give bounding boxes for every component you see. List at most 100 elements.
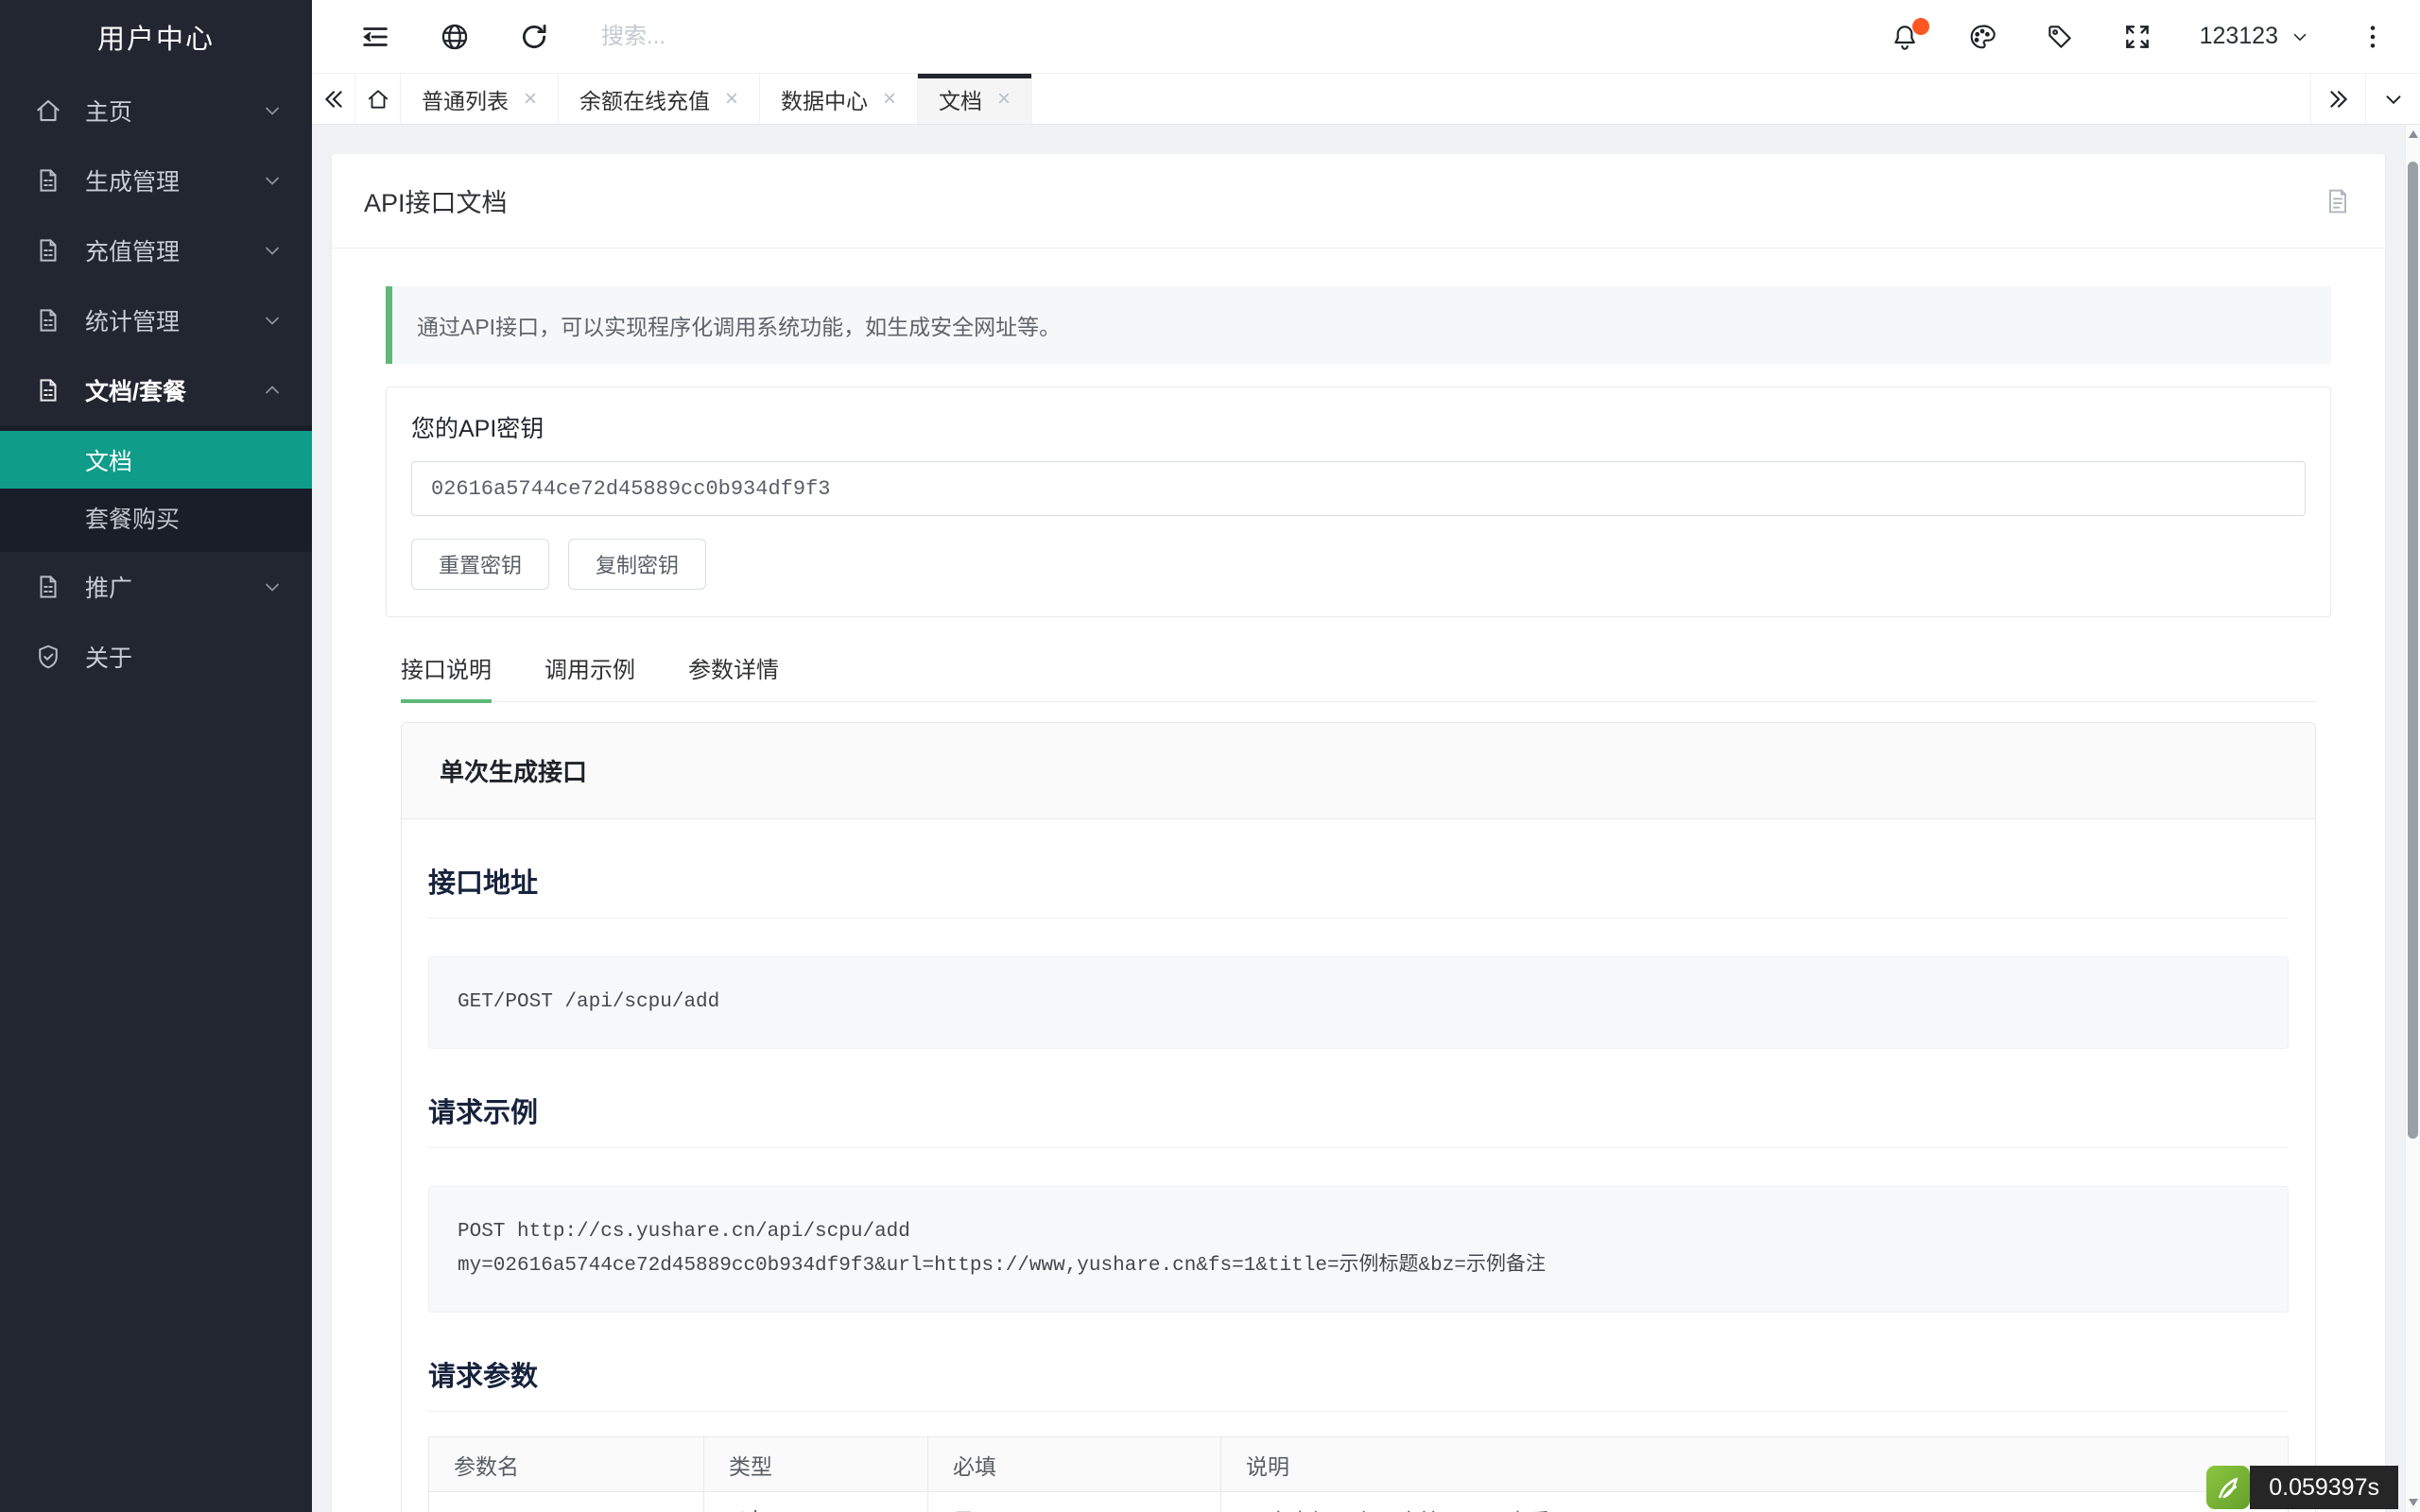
scroll-down-arrow[interactable] (2409, 1499, 2418, 1506)
doc-tabs: 接口说明 调用示例 参数详情 (401, 651, 2316, 702)
username-text: 123123 (2200, 23, 2278, 50)
code-text: GET/POST /api/scpu/add (458, 991, 719, 1013)
sidebar-item-about[interactable]: 关于 (0, 622, 312, 692)
shield-check-icon (34, 643, 62, 671)
performance-footer: 0.059397s (2206, 1466, 2398, 1509)
col-header-type: 类型 (704, 1437, 928, 1492)
close-icon[interactable]: × (997, 88, 1011, 111)
page-body: 通过API接口，可以实现程序化调用系统功能，如生成安全网址等。 您的API密钥 … (332, 249, 2385, 1512)
file-document-icon[interactable] (2323, 186, 2353, 216)
col-header-required: 必填 (928, 1437, 1221, 1492)
sidebar-item-home[interactable]: 主页 (0, 76, 312, 146)
col-header-name: 参数名 (429, 1437, 704, 1492)
tab-label: 文档 (939, 83, 982, 115)
table-row: my string 是 用户密钥，在用户管理页面查看 (429, 1492, 2289, 1512)
kebab-menu-icon[interactable] (2358, 22, 2388, 52)
sidebar-item-recharge[interactable]: 充值管理 (0, 215, 312, 285)
scroll-up-arrow[interactable] (2409, 130, 2418, 138)
section-heading-example: 请求示例 (428, 1091, 2289, 1148)
doc-panel-body: 接口地址 GET/POST /api/scpu/add 请求示例 POST ht… (402, 861, 2315, 1512)
collapse-menu-icon[interactable] (359, 21, 391, 53)
submenu-item-label: 文档 (85, 443, 132, 477)
leaf-logo-icon (2206, 1466, 2250, 1509)
page-header: API接口文档 (332, 154, 2385, 249)
sidebar-item-label: 推广 (85, 570, 261, 604)
load-time-badge: 0.059397s (2250, 1466, 2398, 1509)
code-block-example: POST http://cs.yushare.cn/api/scpu/add m… (428, 1186, 2289, 1313)
home-icon (34, 96, 62, 125)
tab-data-center[interactable]: 数据中心 × (760, 74, 918, 124)
code-block-address: GET/POST /api/scpu/add (428, 956, 2289, 1049)
section-heading-params: 请求参数 (428, 1354, 2289, 1412)
tag-icon[interactable] (2045, 22, 2075, 52)
topbar: 123123 (312, 0, 2420, 74)
tabbar-spacer (1032, 74, 2310, 124)
bell-icon[interactable] (1890, 22, 1920, 52)
reset-key-button[interactable]: 重置密钥 (411, 539, 549, 590)
sidebar-subitem-docs[interactable]: 文档 (0, 431, 312, 489)
param-table: 参数名 类型 必填 说明 my string 是 (428, 1436, 2289, 1512)
tab-label: 普通列表 (422, 83, 509, 115)
tab-normal-list[interactable]: 普通列表 × (401, 74, 559, 124)
sidebar-item-generate[interactable]: 生成管理 (0, 146, 312, 215)
api-key-panel: 您的API密钥 重置密钥 复制密钥 (386, 387, 2331, 617)
tabbar: 普通列表 × 余额在线充值 × 数据中心 × 文档 × (312, 74, 2420, 125)
tab-param-details[interactable]: 参数详情 (688, 651, 779, 701)
doc-page-card: API接口文档 通过API接口，可以实现程序化调用系统功能，如生成安全网址等。 … (332, 154, 2385, 1512)
book-icon (34, 166, 62, 195)
double-chevron-left-icon[interactable] (312, 74, 355, 124)
tab-call-example[interactable]: 调用示例 (544, 651, 635, 701)
tab-docs[interactable]: 文档 × (918, 74, 1032, 124)
api-key-label: 您的API密钥 (411, 410, 2306, 444)
book-icon (34, 306, 62, 335)
book-icon (34, 236, 62, 265)
globe-icon[interactable] (439, 21, 471, 53)
info-alert: 通过API接口，可以实现程序化调用系统功能，如生成安全网址等。 (386, 286, 2331, 364)
sidebar-title: 用户中心 (0, 0, 312, 74)
main-content: API接口文档 通过API接口，可以实现程序化调用系统功能，如生成安全网址等。 … (312, 125, 2405, 1512)
double-chevron-right-icon[interactable] (2310, 74, 2365, 124)
param-name: my (429, 1492, 704, 1512)
book-icon (34, 573, 62, 601)
user-menu[interactable]: 123123 (2200, 23, 2310, 50)
code-line-1: POST http://cs.yushare.cn/api/scpu/add (458, 1215, 2259, 1249)
param-desc: 用户密钥，在用户管理页面查看 (1221, 1492, 2289, 1512)
sidebar-item-promotion[interactable]: 推广 (0, 552, 312, 622)
param-type: string (704, 1492, 928, 1512)
sidebar-menu: 主页 生成管理 充值管理 (0, 76, 312, 692)
param-required: 是 (928, 1492, 1221, 1512)
tab-home[interactable] (355, 74, 401, 124)
chevron-down-icon (261, 169, 284, 192)
close-icon[interactable]: × (883, 88, 896, 111)
tab-api-description[interactable]: 接口说明 (401, 651, 492, 701)
book-icon (34, 376, 62, 404)
copy-key-button[interactable]: 复制密钥 (568, 539, 706, 590)
chevron-up-icon (261, 379, 284, 402)
close-icon[interactable]: × (524, 88, 537, 111)
tab-options-chevron-icon[interactable] (2365, 74, 2420, 124)
doc-panel-title: 单次生成接口 (402, 723, 2315, 819)
chevron-down-icon (261, 576, 284, 598)
sidebar-item-statistics[interactable]: 统计管理 (0, 285, 312, 355)
api-key-input[interactable] (411, 461, 2306, 516)
refresh-icon[interactable] (518, 21, 550, 53)
page-title: API接口文档 (364, 182, 2323, 219)
sidebar-item-label: 充值管理 (85, 233, 261, 267)
sidebar-item-label: 生成管理 (85, 163, 261, 198)
close-icon[interactable]: × (725, 88, 738, 111)
tab-label: 数据中心 (781, 83, 868, 115)
section-heading-address: 接口地址 (428, 861, 2289, 919)
fullscreen-icon[interactable] (2122, 22, 2152, 52)
sidebar-subitem-package-buy[interactable]: 套餐购买 (0, 489, 312, 546)
home-icon (366, 87, 390, 112)
search-input[interactable] (601, 24, 1131, 50)
sidebar-item-label: 主页 (85, 94, 261, 128)
scrollbar-thumb[interactable] (2408, 162, 2418, 1139)
api-key-buttons: 重置密钥 复制密钥 (411, 539, 2306, 590)
sidebar-item-docs-packages[interactable]: 文档/套餐 (0, 355, 312, 425)
tab-balance-recharge[interactable]: 余额在线充值 × (559, 74, 760, 124)
palette-icon[interactable] (1967, 22, 1997, 52)
vertical-scrollbar[interactable] (2405, 125, 2420, 1512)
alert-text: 通过API接口，可以实现程序化调用系统功能，如生成安全网址等。 (417, 309, 1061, 341)
tab-label: 余额在线充值 (579, 83, 710, 115)
